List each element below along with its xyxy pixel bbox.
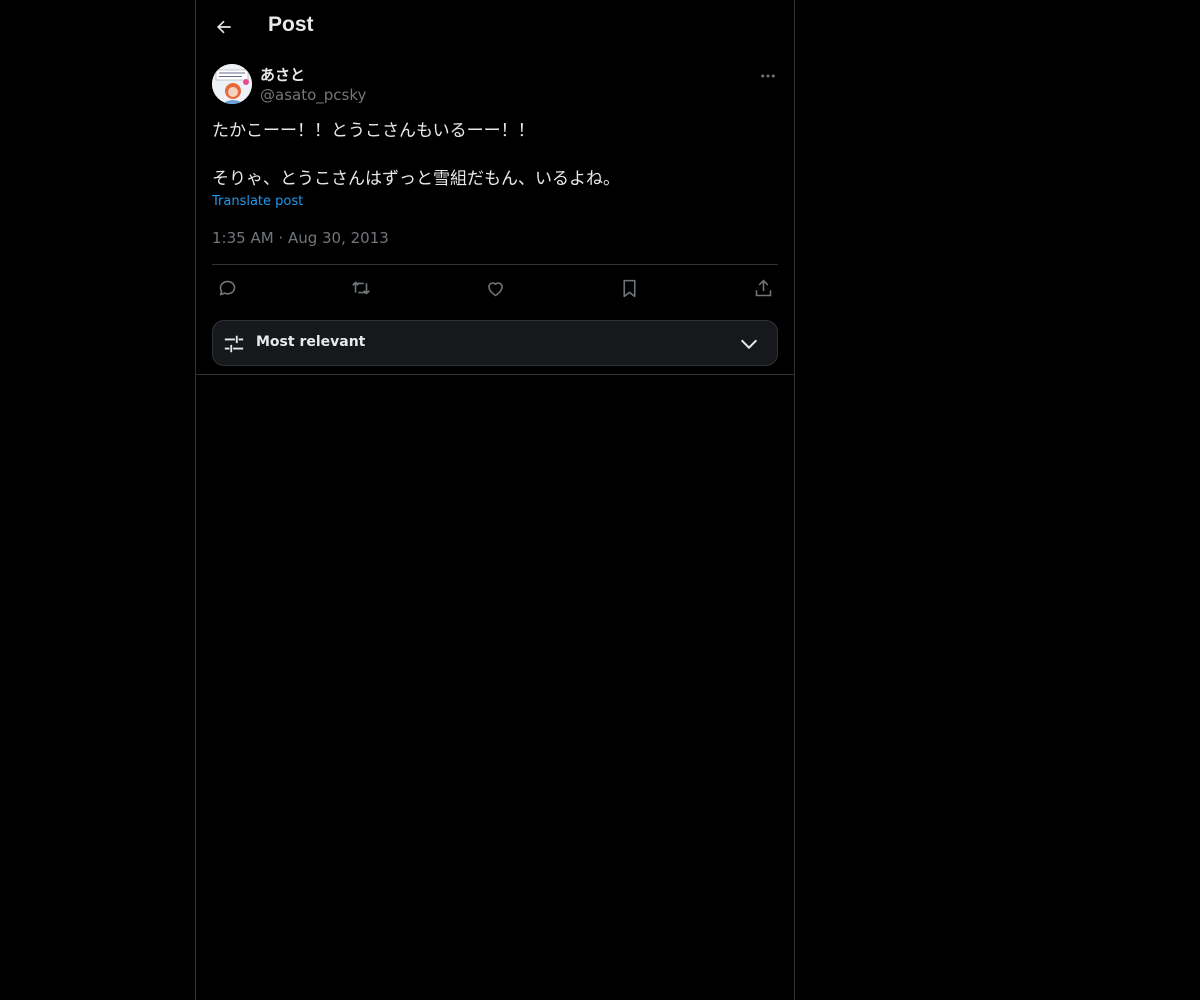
post-text: たかこーー！！とうこさんもいるーー！！ そりゃ、とうこさんはずっと雪組だもん、い… — [212, 121, 620, 189]
reply-button[interactable] — [212, 274, 242, 302]
divider — [212, 264, 778, 265]
bookmark-button[interactable] — [614, 274, 644, 302]
back-arrow-icon — [217, 20, 231, 34]
action-bar — [212, 274, 778, 302]
reply-icon — [219, 280, 235, 295]
bookmark-icon — [622, 279, 636, 297]
page-title: Post — [268, 13, 314, 36]
like-button[interactable] — [480, 274, 510, 302]
post-timestamp[interactable]: 1:35 AM · Aug 30, 2013 — [212, 229, 389, 247]
section-divider — [196, 374, 794, 375]
more-options-button[interactable] — [756, 64, 780, 88]
sort-label: Most relevant — [256, 334, 366, 350]
repost-icon — [352, 281, 370, 295]
page-header: Post — [196, 0, 794, 53]
replies-sort-dropdown[interactable]: Most relevant — [212, 320, 778, 366]
back-button[interactable] — [208, 11, 240, 43]
avatar[interactable] — [212, 64, 252, 104]
more-icon — [761, 74, 775, 78]
sliders-icon — [224, 335, 244, 353]
chevron-down-icon — [740, 339, 758, 350]
author-display-name[interactable]: あさと — [260, 64, 305, 85]
repost-button[interactable] — [346, 274, 376, 302]
share-icon — [755, 279, 771, 296]
heart-icon — [487, 281, 503, 296]
share-button[interactable] — [748, 274, 778, 302]
author-handle[interactable]: @asato_pcsky — [260, 86, 366, 104]
post-detail-column: Post あさと @asato_pcsky たかこーー！！とうこさんもいるーー！… — [195, 0, 795, 1000]
translate-post-link[interactable]: Translate post — [212, 194, 303, 209]
